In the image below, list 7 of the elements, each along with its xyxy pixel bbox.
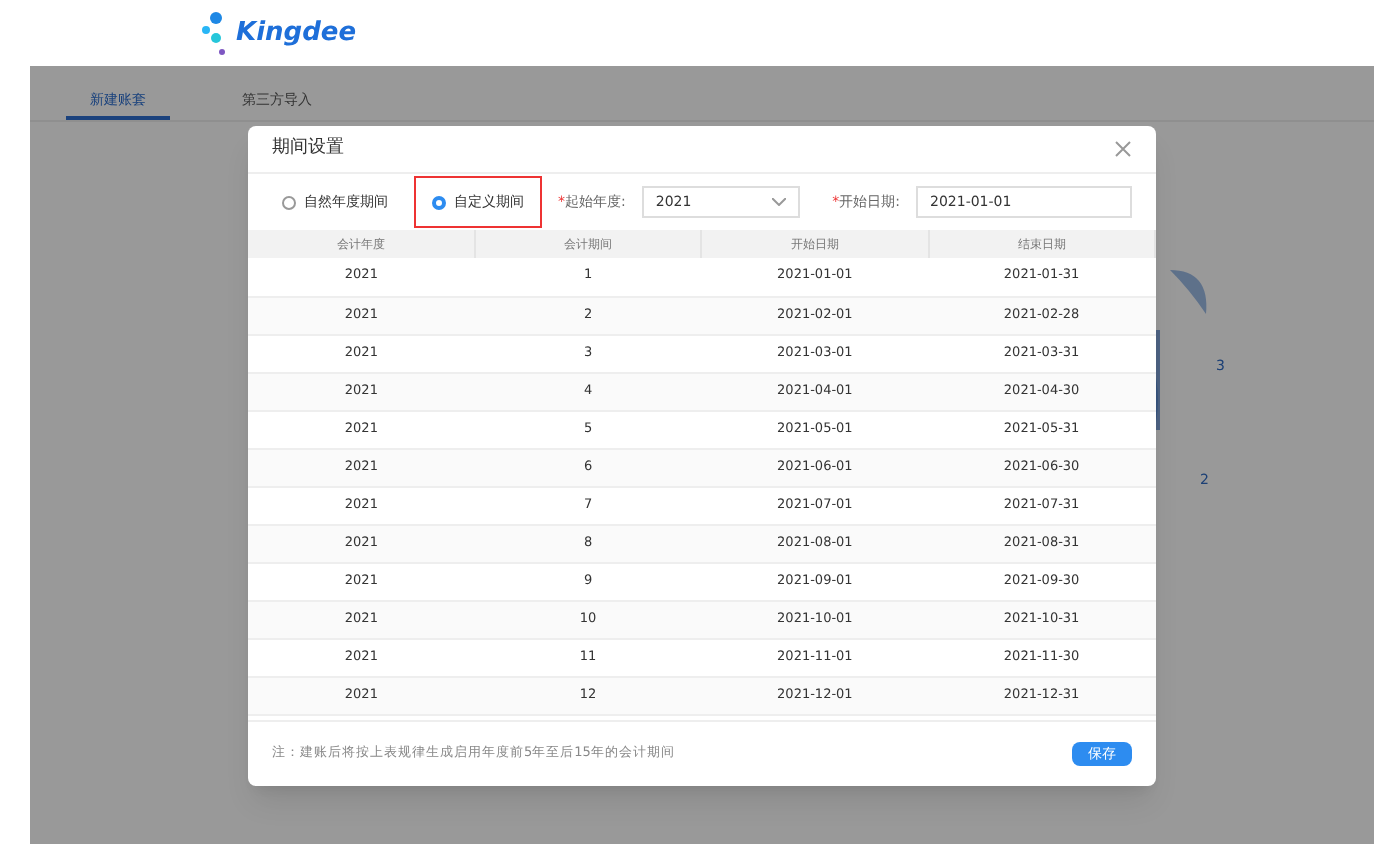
- logo-icon: [200, 9, 228, 57]
- dialog-title: 期间设置: [272, 135, 344, 162]
- radio-button[interactable]: [432, 195, 446, 209]
- chevron-down-icon: [772, 198, 787, 206]
- radio-button[interactable]: [282, 195, 296, 209]
- logo-text: Kingdee: [236, 15, 357, 52]
- close-icon[interactable]: [1114, 140, 1132, 158]
